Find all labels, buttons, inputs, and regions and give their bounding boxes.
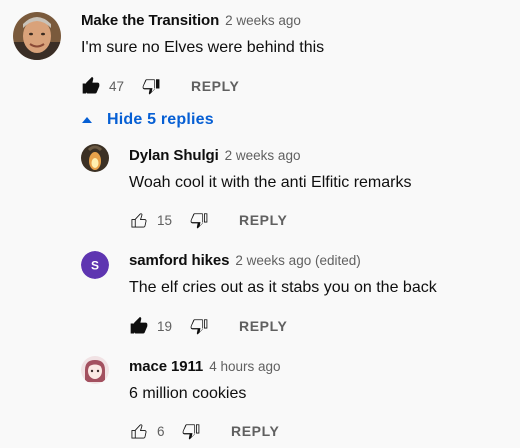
like-count: 15	[157, 212, 173, 228]
reply-actions: 15 REPLY	[129, 208, 287, 232]
reply-timestamp[interactable]: 2 weeks ago	[225, 148, 301, 163]
reply-header: Dylan Shulgi 2 weeks ago	[129, 147, 300, 164]
reply-header: samford hikes 2 weeks ago (edited)	[129, 252, 361, 269]
avatar-letter: S	[91, 259, 99, 273]
hide-replies-label: Hide 5 replies	[107, 111, 214, 128]
thumbs-up-icon[interactable]	[129, 316, 149, 336]
like-count: 19	[157, 318, 173, 334]
reply-text: 6 million cookies	[129, 385, 247, 402]
reply-timestamp[interactable]: 4 hours ago	[209, 359, 280, 374]
comment-text: I'm sure no Elves were behind this	[81, 39, 325, 56]
thumbs-up-icon[interactable]	[81, 76, 101, 96]
avatar[interactable]: S	[81, 251, 109, 279]
thumbs-up-outline-icon[interactable]	[129, 210, 149, 230]
comment-timestamp[interactable]: 2 weeks ago	[225, 13, 301, 28]
avatar[interactable]	[13, 12, 61, 60]
like-count: 6	[157, 423, 165, 439]
thumbs-up-outline-icon[interactable]	[129, 421, 149, 441]
reply-author[interactable]: mace 1911	[129, 358, 203, 375]
reply-text: Woah cool it with the anti Elfitic remar…	[129, 174, 412, 191]
reply-actions: 19 REPLY	[129, 314, 287, 338]
reply-text: The elf cries out as it stabs you on the…	[129, 279, 437, 296]
reply-author[interactable]: Dylan Shulgi	[129, 147, 219, 164]
hide-replies-button[interactable]: Hide 5 replies	[80, 108, 214, 132]
avatar[interactable]	[81, 144, 109, 172]
thumbs-down-icon[interactable]	[189, 210, 209, 230]
reply-actions: 6 REPLY	[129, 419, 279, 443]
thumbs-down-icon[interactable]	[141, 76, 161, 96]
caret-up-icon	[80, 113, 94, 127]
reply-button[interactable]: REPLY	[231, 423, 279, 439]
reply-button[interactable]: REPLY	[191, 78, 239, 94]
thumbs-down-icon[interactable]	[181, 421, 201, 441]
reply-author[interactable]: samford hikes	[129, 252, 230, 269]
reply-timestamp[interactable]: 2 weeks ago (edited)	[235, 253, 360, 268]
comment-actions: 47 REPLY	[81, 74, 239, 98]
comment-author[interactable]: Make the Transition	[81, 12, 219, 29]
comment-header: Make the Transition 2 weeks ago	[81, 12, 301, 29]
reply-header: mace 1911 4 hours ago	[129, 358, 281, 375]
reply-button[interactable]: REPLY	[239, 212, 287, 228]
reply-button[interactable]: REPLY	[239, 318, 287, 334]
avatar[interactable]	[81, 356, 109, 384]
like-count: 47	[109, 78, 125, 94]
thumbs-down-icon[interactable]	[189, 316, 209, 336]
